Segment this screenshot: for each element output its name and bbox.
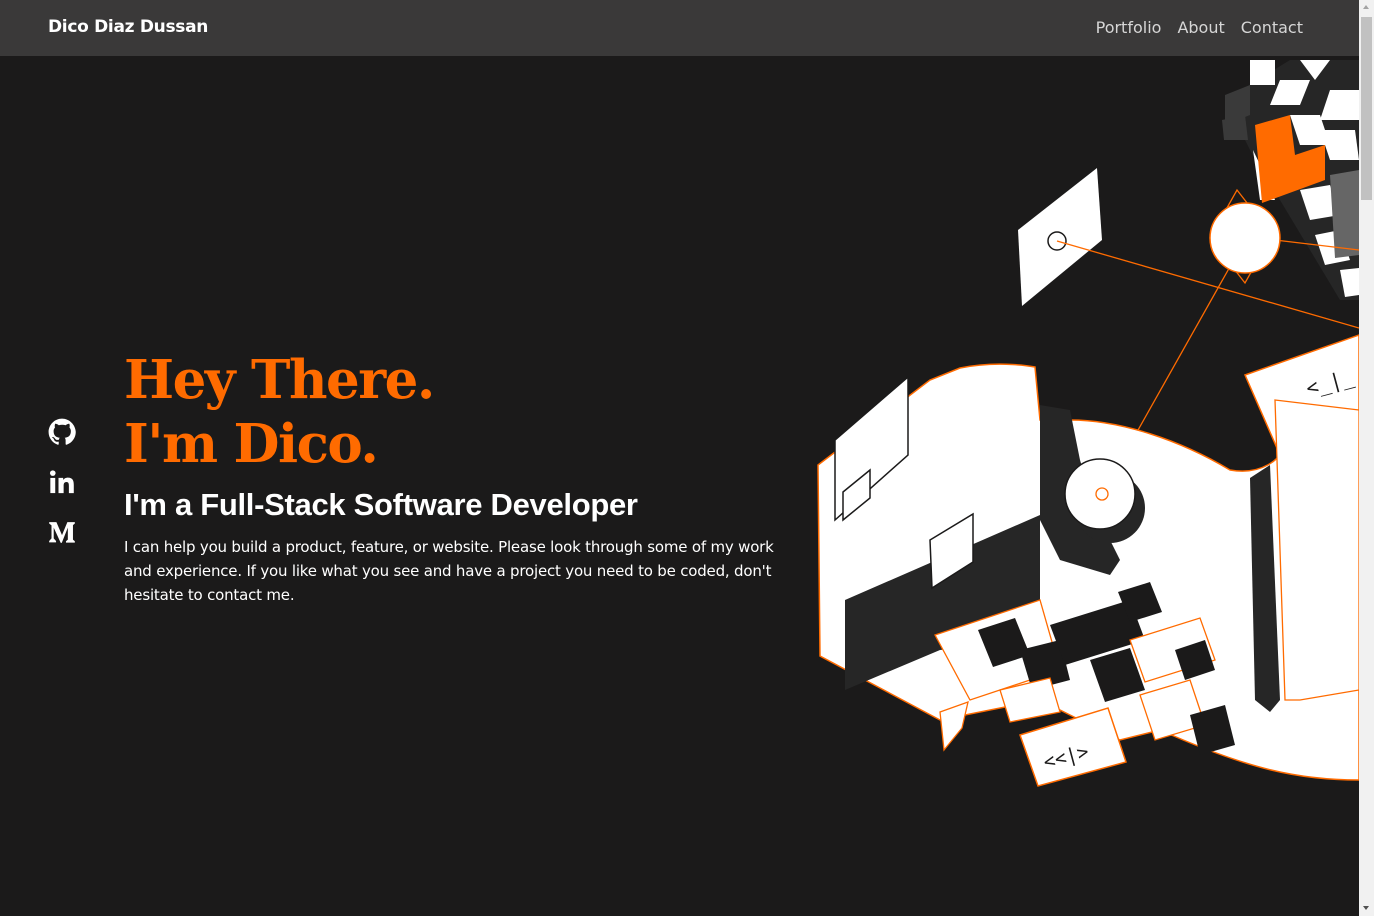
linkedin-icon	[49, 470, 74, 494]
navbar: Dico Diaz Dussan Portfolio About Contact	[0, 0, 1359, 56]
scroll-thumb[interactable]	[1361, 17, 1372, 200]
scroll-up-arrow-icon[interactable]	[1359, 0, 1374, 15]
hero-section: Hey There. I'm Dico. I'm a Full-Stack So…	[124, 348, 804, 607]
medium-icon	[49, 522, 75, 543]
floating-circle	[1209, 202, 1281, 274]
hero-subtitle: I'm a Full-Stack Software Developer	[124, 487, 638, 522]
nav-link-portfolio[interactable]: Portfolio	[1096, 18, 1162, 37]
nav-links: Portfolio About Contact	[1096, 18, 1303, 37]
floating-diamond	[1018, 168, 1102, 306]
brand-logo[interactable]: Dico Diaz Dussan	[48, 17, 208, 37]
medium-link[interactable]	[48, 518, 76, 546]
scroll-down-arrow-icon[interactable]	[1359, 901, 1374, 916]
hero-title-line-2: I'm Dico.	[124, 413, 379, 475]
social-links	[48, 418, 78, 568]
hero-illustration: <<|> <_|_	[817, 60, 1359, 787]
nav-link-contact[interactable]: Contact	[1241, 18, 1303, 37]
scrollbar[interactable]	[1359, 0, 1374, 916]
github-link[interactable]	[48, 418, 76, 446]
hero-title: Hey There. I'm Dico.	[124, 348, 804, 476]
nav-link-about[interactable]: About	[1177, 18, 1224, 37]
hero-title-line-1: Hey There.	[124, 349, 435, 411]
github-icon	[48, 418, 76, 445]
linkedin-link[interactable]	[48, 468, 76, 496]
hero-description: I can help you build a product, feature,…	[124, 538, 774, 604]
